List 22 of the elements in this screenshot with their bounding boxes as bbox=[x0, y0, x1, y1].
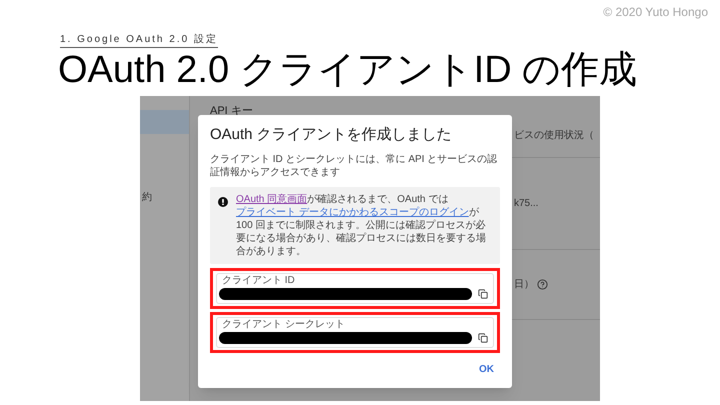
output-field[interactable]: クライアント シークレット bbox=[216, 316, 494, 348]
table-text: ビスの使用状況（ bbox=[514, 128, 594, 142]
field-label: クライアント シークレット bbox=[221, 318, 346, 330]
sidebar-text: 約 bbox=[141, 190, 153, 204]
info-icon bbox=[218, 196, 228, 206]
table-text: 日） bbox=[514, 278, 534, 292]
table-text: k75... bbox=[514, 196, 538, 210]
dialog-description: クライアント ID とシークレットには、常に API とサービスの認証情報からアクセスできます bbox=[210, 152, 498, 178]
help-icon[interactable] bbox=[537, 278, 548, 290]
dialog-title: OAuth クライアントを作成しました bbox=[210, 124, 453, 144]
page-heading: API キー bbox=[210, 104, 253, 116]
notice-link[interactable]: プライベート データにかかわるスコープのログイン bbox=[236, 206, 469, 218]
copy-icon[interactable] bbox=[478, 332, 488, 342]
section-label: 1. Google OAuth 2.0 設定 bbox=[60, 34, 218, 48]
notice-text: OAuth 同意画面が確認されるまで、OAuth では プライベート データにかかわるスコープのログインが 100 回までに制限されます。公開には確認プロセスが必要になる場合があり、確認プロセスには数日を要する場合があります。 bbox=[236, 192, 487, 258]
copyright: © 2020 Yuto Hongo bbox=[603, 6, 708, 18]
ok-button[interactable]: OK bbox=[473, 358, 500, 380]
slide-title: OAuth 2.0 クライアントID の作成 bbox=[58, 48, 638, 90]
output-field[interactable]: クライアント ID bbox=[216, 272, 494, 304]
field-label: クライアント ID bbox=[221, 274, 296, 286]
notice-link[interactable]: OAuth 同意画面 bbox=[236, 194, 308, 204]
copy-icon[interactable] bbox=[478, 288, 488, 298]
